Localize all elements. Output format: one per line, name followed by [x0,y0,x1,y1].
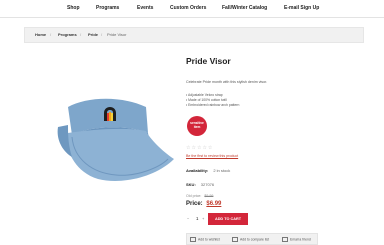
qty-decrease-button[interactable]: − [187,216,189,221]
add-to-wishlist-button[interactable]: Add to wishlist [190,237,220,242]
nav-custom-orders[interactable]: Custom Orders [170,5,206,11]
sku: SKU: 327076 [186,182,215,187]
add-to-cart-button[interactable]: ADD TO CART [208,213,248,225]
availability-value: 2 in stock [213,168,231,173]
quantity-stepper[interactable]: − 1 + [187,214,207,224]
nav-shop[interactable]: Shop [67,5,80,11]
breadcrumb-pride[interactable]: Pride [88,32,98,37]
old-price: Old price: $9.99 [186,194,214,198]
product-description: Celebrate Pride month with this stylish … [186,80,268,84]
product-actions: Add to wishlist Add to compare list Emai… [186,233,318,245]
sku-value: 327076 [200,182,215,187]
product-image[interactable] [28,67,176,197]
status-badge: sensitive item [187,116,207,136]
product-features: • Adjustable Velcro strap • Made of 100%… [186,93,239,108]
price: Price: $6.99 [186,201,222,207]
review-link[interactable]: Be the first to review this product [186,154,238,158]
breadcrumb-home[interactable]: Home [35,32,46,37]
qty-value[interactable]: 1 [196,216,198,221]
breadcrumb-current: Pride Visor [107,32,127,37]
nav-fall-winter-catalog[interactable]: Fall/Winter Catalog [222,5,267,11]
old-price-value: $9.99 [204,194,214,198]
nav-programs[interactable]: Programs [96,5,119,11]
top-nav: Shop Programs Events Custom Orders Fall/… [0,0,384,17]
nav-email-signup[interactable]: E-mail Sign Up [284,5,319,11]
rating-stars: ☆☆☆☆☆ [186,145,214,151]
product-title: Pride Visor [186,56,231,66]
email-friend-button[interactable]: Email a friend [282,237,311,242]
envelope-icon [282,237,288,242]
nav-events[interactable]: Events [137,5,153,11]
price-value: $6.99 [206,201,222,207]
nav-divider [0,17,384,18]
add-to-compare-button[interactable]: Add to compare list [232,237,269,242]
breadcrumb-programs[interactable]: Programs [58,32,77,37]
qty-increase-button[interactable]: + [202,216,204,221]
breadcrumb: Home / Programs / Pride / Pride Visor [24,27,364,43]
feature-item: • Embroidered rainbow arch pattern [186,103,240,107]
availability: Availability: 2 in stock [186,168,231,173]
heart-icon [190,237,196,242]
compare-icon [232,237,238,242]
